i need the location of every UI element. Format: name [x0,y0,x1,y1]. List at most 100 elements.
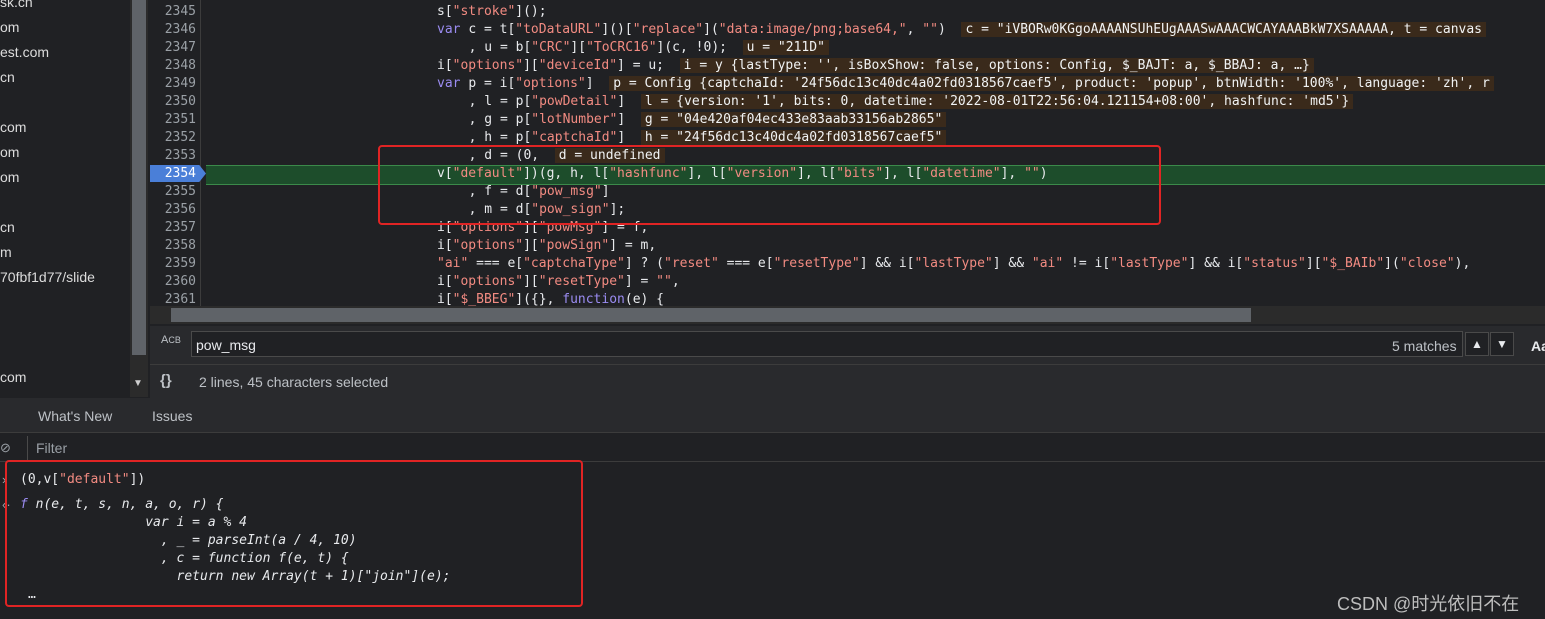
regex-icon[interactable]: ACB [161,334,181,346]
code-token: === e[ [468,256,524,271]
code-token: ] && i[ [859,256,915,271]
search-input[interactable] [191,331,1463,357]
code-line[interactable]: , l = p["powDetail"] l = {version: '1', … [453,93,1354,111]
scroll-down-icon[interactable]: ▼ [133,378,143,389]
code-token: "resetType" [538,274,625,289]
sidebar-item[interactable]: cn [0,69,15,85]
sidebar-item[interactable]: sk.cn [0,0,33,10]
code-line[interactable]: i["$_BBEG"]({}, function(e) { [437,291,664,306]
next-match-button[interactable]: ▼ [1490,332,1514,356]
line-number[interactable]: 2347 [150,39,196,57]
code-token: ] = u; [617,58,680,73]
inline-value: p = Config {captchaId: '24f56dc13c40dc4a… [609,76,1494,91]
code-token: , u = b[ [453,40,532,55]
code-line[interactable]: "ai" === e["captchaType"] ? ("reset" ===… [437,255,1470,273]
pretty-print-icon[interactable]: {} [160,372,172,389]
code-line[interactable]: s["stroke"](); [437,3,547,21]
line-number[interactable]: 2361 [150,291,196,306]
code-token: ] [617,94,641,109]
code-line[interactable]: var c = t["toDataURL"]()["replace"]("dat… [437,21,1486,39]
search-query: pow_msg [196,337,256,353]
inline-value: l = {version: '1', bits: 0, datetime: '2… [640,94,1354,109]
sidebar-item[interactable]: om [0,19,19,35]
code-token: "options" [452,238,524,253]
code-token: ] && [992,256,1032,271]
code-line[interactable]: i["options"]["powSign"] = m, [437,237,656,255]
code-token: ]( [703,22,719,37]
line-number[interactable]: 2359 [150,255,196,273]
code-token: "" [656,274,672,289]
line-number[interactable]: 2351 [150,111,196,129]
line-number[interactable]: 2350 [150,93,196,111]
code-token: , g = p[ [453,112,532,127]
code-token: "data:image/png;base64," [718,22,907,37]
inline-value: h = "24f56dc13c40dc4a02fd0318567caef5" [640,130,947,145]
code-token: (e) { [624,292,665,306]
line-number[interactable]: 2355 [150,183,196,201]
code-token: s[ [437,4,453,19]
code-token: ] = m, [609,238,657,253]
watermark: CSDN @时光依旧不在 [1337,594,1520,614]
match-case-button[interactable]: Aa [1531,338,1545,354]
line-number[interactable]: 2352 [150,129,196,147]
selection-status: 2 lines, 45 characters selected [199,374,389,390]
inline-value: u = "211D" [742,40,829,55]
inline-value: c = "iVBORw0KGgoAAAANSUhEUgAAASwAAACWCAY… [961,22,1486,37]
code-line[interactable]: i["options"]["deviceId"] = u; i = y {las… [437,57,1314,75]
sidebar-item[interactable]: 70fbf1d77/slide [0,269,95,285]
code-token: "captchaId" [531,130,618,145]
code-token: i[ [437,274,453,289]
inline-value: i = y {lastType: '', isBoxShow: false, o… [679,58,1314,73]
code-token: ][ [523,58,539,73]
line-number[interactable]: 2353 [150,147,196,165]
code-token: "powDetail" [531,94,618,109]
code-token: "lastType" [1110,256,1189,271]
line-number[interactable]: 2356 [150,201,196,219]
highlight-box-code [378,145,1161,225]
line-number[interactable]: 2349 [150,75,196,93]
code-token: "$_BBEG" [452,292,516,306]
code-token: ]({}, [515,292,563,306]
line-number[interactable]: 2354 [150,165,196,183]
sidebar-item[interactable]: com [0,119,26,135]
sidebar-item[interactable]: om [0,144,19,160]
sidebar-item[interactable]: m [0,244,12,260]
code-line[interactable]: var p = i["options"] p = Config {captcha… [437,75,1494,93]
chevron-up-icon: ▲ [1471,337,1483,351]
chevron-down-icon: ▼ [1496,337,1508,351]
sidebar-item[interactable]: est.com [0,44,49,60]
code-token: ] = [624,274,657,289]
code-token: "close" [1399,256,1455,271]
filter-input[interactable]: Filter [27,436,1545,460]
code-token: ]()[ [601,22,633,37]
tab-whats-new[interactable]: What's New [38,408,112,424]
code-token: , h = p[ [453,130,532,145]
code-line[interactable]: , u = b["CRC"]["ToCRC16"](c, !0); u = "2… [453,39,829,57]
sidebar-item[interactable]: om [0,169,19,185]
line-number[interactable]: 2358 [150,237,196,255]
code-token: var [437,22,469,37]
line-number[interactable]: 2357 [150,219,196,237]
drawer-tab-bar [0,398,1545,433]
sidebar-item[interactable]: com [0,369,26,385]
sidebar-item[interactable]: cn [0,219,15,235]
code-line[interactable]: i["options"]["resetType"] = "", [437,273,680,291]
code-token: ][ [1305,256,1322,271]
code-token: "deviceId" [538,58,618,73]
code-token: ](c, !0); [656,40,743,55]
line-number[interactable]: 2346 [150,21,196,39]
tab-issues[interactable]: Issues [152,408,192,424]
code-line[interactable]: , g = p["lotNumber"] g = "04e420af04ec43… [453,111,947,129]
code-token: "status" [1243,256,1306,271]
line-number[interactable]: 2348 [150,57,196,75]
code-token: ] && i[ [1188,256,1244,271]
line-number[interactable]: 2345 [150,3,196,21]
code-token: "" [922,22,938,37]
console-sidebar-icon[interactable]: ⊘ [0,440,11,456]
previous-match-button[interactable]: ▲ [1465,332,1489,356]
sidebar-scroll-thumb[interactable] [132,0,146,355]
editor-scroll-thumb[interactable] [171,308,1251,322]
line-number[interactable]: 2360 [150,273,196,291]
code-token: ), [1454,256,1471,271]
code-token: "stroke" [452,4,516,19]
